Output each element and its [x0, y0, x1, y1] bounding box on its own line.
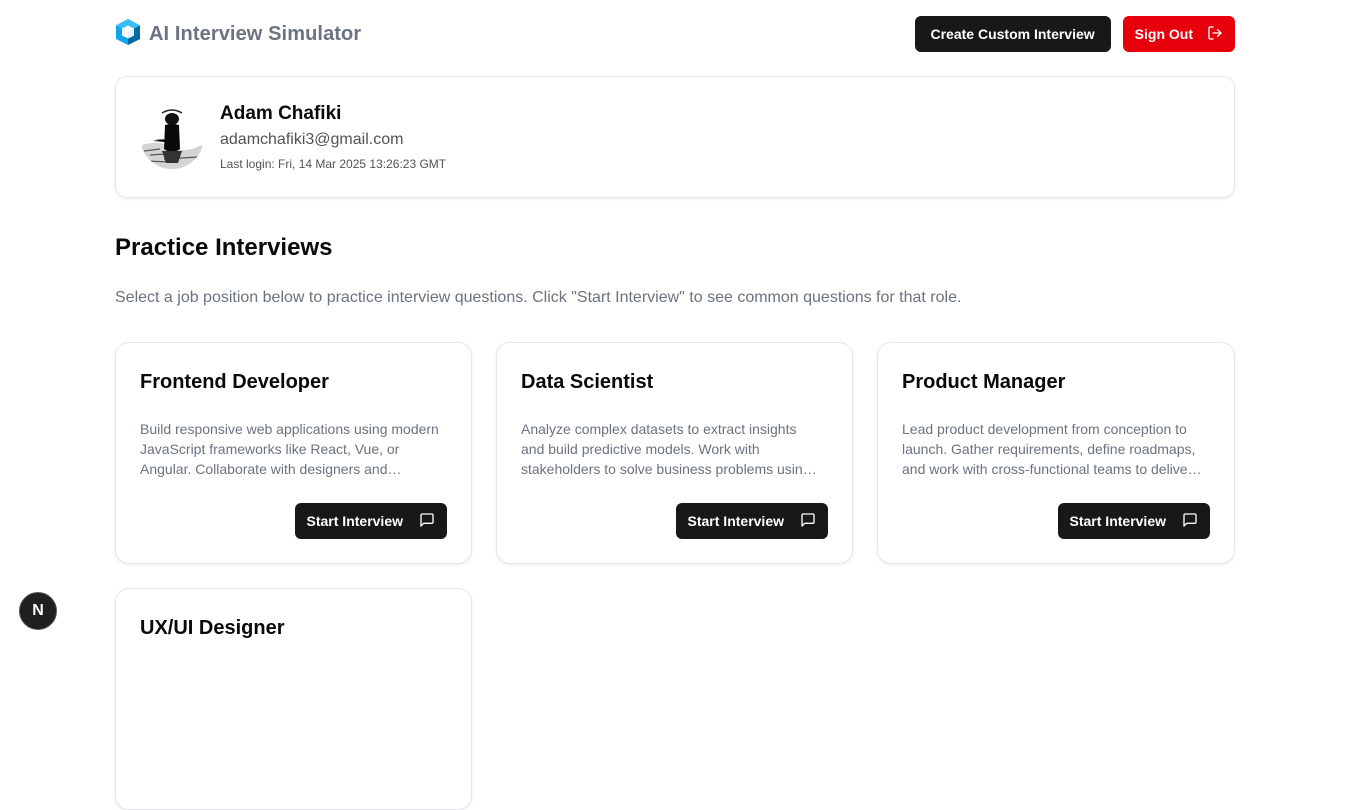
job-card-frontend-developer: Frontend Developer Build responsive web … [115, 342, 472, 564]
start-interview-button[interactable]: Start Interview [1057, 503, 1210, 539]
message-square-icon [1182, 512, 1198, 531]
profile-name: Adam Chafiki [220, 103, 342, 124]
job-card-description: Lead product development from conception… [902, 421, 1196, 477]
last-login: Last login: Fri, 14 Mar 2025 13:26:23 GM… [220, 157, 447, 171]
brand[interactable]: AI Interview Simulator [115, 18, 361, 51]
header-actions: Create Custom Interview Sign Out [914, 16, 1235, 52]
sign-out-button[interactable]: Sign Out [1122, 16, 1235, 52]
next-logo-icon: N [32, 602, 44, 619]
page-description: Select a job position below to practice … [115, 289, 962, 306]
top-header: AI Interview Simulator Create Custom Int… [115, 16, 1235, 52]
start-interview-label: Start Interview [306, 513, 403, 529]
start-interview-button[interactable]: Start Interview [294, 503, 447, 539]
job-card-title: Frontend Developer [140, 371, 329, 393]
log-out-icon [1207, 25, 1223, 44]
app-title: AI Interview Simulator [149, 22, 362, 45]
job-card-description: Analyze complex datasets to extract insi… [521, 421, 811, 477]
start-interview-button[interactable]: Start Interview [675, 503, 828, 539]
avatar [140, 105, 204, 169]
profile-info: Adam Chafiki adamchafiki3@gmail.com Last… [220, 103, 446, 171]
create-custom-interview-button[interactable]: Create Custom Interview [914, 16, 1111, 52]
job-card-title: UX/UI Designer [140, 617, 285, 639]
cube-logo-icon [115, 18, 141, 51]
job-card-title: Data Scientist [521, 371, 654, 393]
job-card-title: Product Manager [902, 371, 1066, 393]
job-card-product-manager: Product Manager Lead product development… [877, 342, 1235, 564]
sign-out-label: Sign Out [1134, 26, 1193, 42]
job-card-ux-ui-designer: UX/UI Designer [115, 588, 472, 810]
message-square-icon [800, 512, 816, 531]
job-card-data-scientist: Data Scientist Analyze complex datasets … [496, 342, 853, 564]
message-square-icon [419, 512, 435, 531]
page-title: Practice Interviews [115, 234, 333, 261]
next-dev-badge[interactable]: N [19, 592, 57, 630]
job-card-description: Build responsive web applications using … [140, 421, 439, 477]
start-interview-label: Start Interview [687, 513, 784, 529]
profile-email: adamchafiki3@gmail.com [220, 131, 404, 148]
start-interview-label: Start Interview [1069, 513, 1166, 529]
profile-card: Adam Chafiki adamchafiki3@gmail.com Last… [115, 76, 1235, 198]
create-custom-interview-label: Create Custom Interview [930, 26, 1095, 42]
